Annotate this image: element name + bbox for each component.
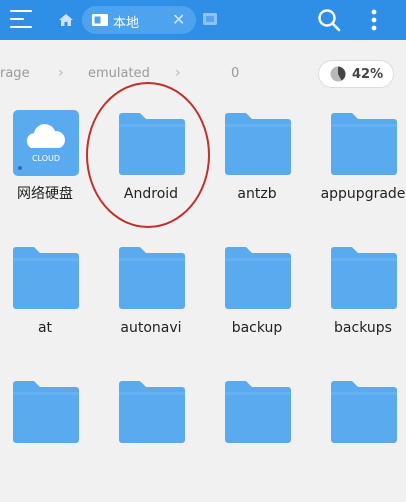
storage-usage-badge[interactable]: 42%	[318, 60, 394, 88]
file-name: 网络硬盘	[17, 186, 73, 202]
folder-icon	[119, 113, 185, 175]
folder-icon	[331, 113, 397, 175]
folder-icon	[13, 247, 79, 309]
file-item[interactable]: autonavi	[104, 242, 198, 368]
folder-icon	[225, 113, 291, 175]
menu-icon[interactable]	[10, 9, 32, 29]
file-name: antzb	[237, 186, 277, 202]
more-options-icon[interactable]	[368, 8, 380, 32]
breadcrumb-item-0[interactable]: 0	[231, 66, 239, 81]
tab-local-label: 本地	[113, 16, 140, 31]
app-toolbar: 本地 ✕	[0, 0, 406, 40]
file-item[interactable]: appupgrade	[316, 108, 406, 234]
folder-icon	[13, 381, 79, 443]
folder-icon	[331, 381, 397, 443]
file-item[interactable]: CLOUD 网络硬盘	[0, 108, 92, 234]
window-icon[interactable]	[203, 12, 219, 26]
storage-percent: 42%	[352, 67, 384, 82]
breadcrumb-item-storage[interactable]: rage	[0, 66, 30, 81]
file-name: at	[37, 320, 53, 336]
home-icon[interactable]	[58, 12, 74, 28]
file-item[interactable]	[316, 376, 406, 502]
file-name: autonavi	[120, 320, 182, 336]
file-item[interactable]: antzb	[210, 108, 304, 234]
folder-icon	[225, 381, 291, 443]
file-name: Android	[123, 186, 179, 202]
file-name: appupgrade	[320, 186, 406, 202]
file-item[interactable]	[210, 376, 304, 502]
folder-icon	[119, 381, 185, 443]
folder-icon	[331, 247, 397, 309]
file-item[interactable]	[0, 376, 92, 502]
file-name: backups	[334, 320, 392, 336]
folder-icon	[119, 247, 185, 309]
cloud-icon: CLOUD	[13, 110, 79, 176]
cloud-icon-label: CLOUD	[32, 154, 60, 163]
file-item[interactable]	[104, 376, 198, 502]
file-item[interactable]: Android	[104, 108, 198, 234]
breadcrumb-item-emulated[interactable]: emulated	[88, 66, 150, 81]
file-item[interactable]: backup	[210, 242, 304, 368]
search-icon[interactable]	[317, 8, 341, 32]
phone-storage-icon	[92, 14, 108, 26]
pie-chart-icon	[330, 66, 346, 82]
file-item[interactable]: at	[0, 242, 92, 368]
file-name: backup	[231, 320, 283, 336]
file-item[interactable]: backups	[316, 242, 406, 368]
close-icon[interactable]: ✕	[172, 10, 185, 29]
chevron-right-icon: ›	[58, 65, 64, 81]
chevron-right-icon: ›	[175, 65, 181, 81]
tab-local[interactable]: 本地 ✕	[82, 6, 196, 34]
folder-icon	[225, 247, 291, 309]
